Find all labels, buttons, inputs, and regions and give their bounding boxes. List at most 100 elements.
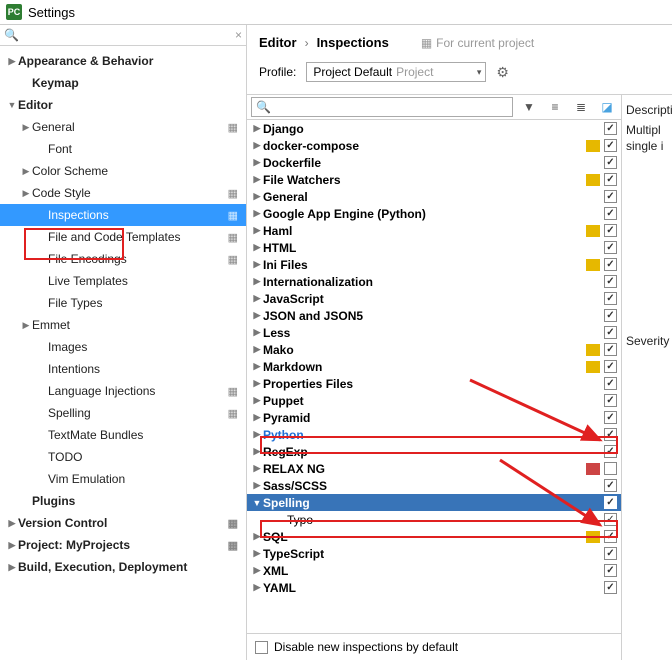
breadcrumb-editor[interactable]: Editor bbox=[259, 35, 297, 50]
tree-item-textmate-bundles[interactable]: TextMate Bundles bbox=[0, 424, 246, 446]
inspection-row-javascript[interactable]: ▶JavaScript✓ bbox=[247, 290, 621, 307]
inspection-checkbox[interactable]: ✓ bbox=[604, 377, 617, 390]
tree-item-build-execution-deployment[interactable]: ▶Build, Execution, Deployment bbox=[0, 556, 246, 578]
tree-item-file-encodings[interactable]: File Encodings▦ bbox=[0, 248, 246, 270]
tree-item-project-myprojects[interactable]: ▶Project: MyProjects▦ bbox=[0, 534, 246, 556]
inspection-row-general[interactable]: ▶General✓ bbox=[247, 188, 621, 205]
inspection-row-typescript[interactable]: ▶TypeScript✓ bbox=[247, 545, 621, 562]
clear-search-icon[interactable]: × bbox=[235, 28, 242, 42]
inspection-checkbox[interactable]: ✓ bbox=[604, 241, 617, 254]
inspection-checkbox[interactable]: ✓ bbox=[604, 156, 617, 169]
inspection-checkbox[interactable] bbox=[604, 462, 617, 475]
settings-tree[interactable]: ▶Appearance & BehaviorKeymap▼Editor▶Gene… bbox=[0, 46, 246, 660]
settings-search[interactable]: 🔍 × bbox=[0, 25, 246, 46]
tree-item-general[interactable]: ▶General▦ bbox=[0, 116, 246, 138]
inspection-row-relax-ng[interactable]: ▶RELAX NG bbox=[247, 460, 621, 477]
disable-new-checkbox[interactable] bbox=[255, 641, 268, 654]
chevron-right-icon: ▶ bbox=[251, 429, 263, 440]
tree-item-images[interactable]: Images bbox=[0, 336, 246, 358]
inspection-checkbox[interactable]: ✓ bbox=[604, 513, 617, 526]
tree-item-plugins[interactable]: Plugins bbox=[0, 490, 246, 512]
inspection-checkbox[interactable]: ✓ bbox=[604, 343, 617, 356]
reset-icon[interactable]: ◪ bbox=[597, 97, 617, 117]
settings-search-input[interactable] bbox=[23, 28, 235, 42]
inspection-checkbox[interactable]: ✓ bbox=[604, 564, 617, 577]
inspection-row-typo[interactable]: Typo✓ bbox=[247, 511, 621, 528]
tree-item-keymap[interactable]: Keymap bbox=[0, 72, 246, 94]
inspection-checkbox[interactable]: ✓ bbox=[604, 530, 617, 543]
inspection-checkbox[interactable]: ✓ bbox=[604, 258, 617, 271]
tree-item-spelling[interactable]: Spelling▦ bbox=[0, 402, 246, 424]
inspection-row-python[interactable]: ▶Python✓ bbox=[247, 426, 621, 443]
inspection-checkbox[interactable]: ✓ bbox=[604, 428, 617, 441]
tree-item-vim-emulation[interactable]: Vim Emulation bbox=[0, 468, 246, 490]
inspection-row-haml[interactable]: ▶Haml✓ bbox=[247, 222, 621, 239]
collapse-all-icon[interactable]: ≣ bbox=[571, 97, 591, 117]
inspections-search[interactable]: 🔍 bbox=[251, 97, 513, 117]
tree-item-emmet[interactable]: ▶Emmet bbox=[0, 314, 246, 336]
inspection-row-django[interactable]: ▶Django✓ bbox=[247, 120, 621, 137]
filter-icon[interactable]: ▼ bbox=[519, 97, 539, 117]
inspection-row-spelling[interactable]: ▼Spelling✓ bbox=[247, 494, 621, 511]
tree-item-file-types[interactable]: File Types bbox=[0, 292, 246, 314]
tree-item-appearance-behavior[interactable]: ▶Appearance & Behavior bbox=[0, 50, 246, 72]
inspection-checkbox[interactable]: ✓ bbox=[604, 190, 617, 203]
tree-item-language-injections[interactable]: Language Injections▦ bbox=[0, 380, 246, 402]
inspection-checkbox[interactable]: ✓ bbox=[604, 496, 617, 509]
expand-all-icon[interactable]: ≡ bbox=[545, 97, 565, 117]
description-label: Descripti bbox=[626, 103, 668, 117]
disable-new-row[interactable]: Disable new inspections by default bbox=[247, 633, 621, 660]
inspection-row-regexp[interactable]: ▶RegExp✓ bbox=[247, 443, 621, 460]
project-scope-icon: ▦ bbox=[228, 209, 238, 222]
inspection-row-ini-files[interactable]: ▶Ini Files✓ bbox=[247, 256, 621, 273]
inspection-row-docker-compose[interactable]: ▶docker-compose✓ bbox=[247, 137, 621, 154]
inspection-row-google-app-engine-python-[interactable]: ▶Google App Engine (Python)✓ bbox=[247, 205, 621, 222]
tree-item-file-and-code-templates[interactable]: File and Code Templates▦ bbox=[0, 226, 246, 248]
gear-icon[interactable]: ⚙ bbox=[496, 64, 509, 81]
inspection-checkbox[interactable]: ✓ bbox=[604, 547, 617, 560]
inspection-row-puppet[interactable]: ▶Puppet✓ bbox=[247, 392, 621, 409]
inspection-checkbox[interactable]: ✓ bbox=[604, 479, 617, 492]
inspection-row-mako[interactable]: ▶Mako✓ bbox=[247, 341, 621, 358]
inspection-checkbox[interactable]: ✓ bbox=[604, 394, 617, 407]
inspection-row-less[interactable]: ▶Less✓ bbox=[247, 324, 621, 341]
inspection-checkbox[interactable]: ✓ bbox=[604, 224, 617, 237]
inspection-row-properties-files[interactable]: ▶Properties Files✓ bbox=[247, 375, 621, 392]
inspection-checkbox[interactable]: ✓ bbox=[604, 292, 617, 305]
tree-item-version-control[interactable]: ▶Version Control▦ bbox=[0, 512, 246, 534]
inspection-row-file-watchers[interactable]: ▶File Watchers✓ bbox=[247, 171, 621, 188]
inspection-checkbox[interactable]: ✓ bbox=[604, 326, 617, 339]
severity-label: Severity bbox=[626, 334, 668, 348]
inspection-checkbox[interactable]: ✓ bbox=[604, 173, 617, 186]
inspection-checkbox[interactable]: ✓ bbox=[604, 275, 617, 288]
inspection-row-pyramid[interactable]: ▶Pyramid✓ bbox=[247, 409, 621, 426]
tree-item-font[interactable]: Font bbox=[0, 138, 246, 160]
tree-item-todo[interactable]: TODO bbox=[0, 446, 246, 468]
tree-item-live-templates[interactable]: Live Templates bbox=[0, 270, 246, 292]
tree-item-editor[interactable]: ▼Editor bbox=[0, 94, 246, 116]
inspection-row-dockerfile[interactable]: ▶Dockerfile✓ bbox=[247, 154, 621, 171]
inspection-checkbox[interactable]: ✓ bbox=[604, 122, 617, 135]
inspection-checkbox[interactable]: ✓ bbox=[604, 139, 617, 152]
inspection-checkbox[interactable]: ✓ bbox=[604, 309, 617, 322]
inspection-checkbox[interactable]: ✓ bbox=[604, 411, 617, 424]
inspection-checkbox[interactable]: ✓ bbox=[604, 581, 617, 594]
tree-item-code-style[interactable]: ▶Code Style▦ bbox=[0, 182, 246, 204]
inspection-checkbox[interactable]: ✓ bbox=[604, 360, 617, 373]
inspection-list[interactable]: ▶Django✓▶docker-compose✓▶Dockerfile✓▶Fil… bbox=[247, 120, 621, 633]
profile-select[interactable]: Project Default Project ▾ bbox=[306, 62, 486, 82]
inspection-row-xml[interactable]: ▶XML✓ bbox=[247, 562, 621, 579]
tree-item-inspections[interactable]: Inspections▦ bbox=[0, 204, 246, 226]
inspection-row-json-and-json5[interactable]: ▶JSON and JSON5✓ bbox=[247, 307, 621, 324]
inspection-row-sass-scss[interactable]: ▶Sass/SCSS✓ bbox=[247, 477, 621, 494]
tree-item-color-scheme[interactable]: ▶Color Scheme bbox=[0, 160, 246, 182]
tree-item-intentions[interactable]: Intentions bbox=[0, 358, 246, 380]
inspection-row-internationalization[interactable]: ▶Internationalization✓ bbox=[247, 273, 621, 290]
inspection-row-html[interactable]: ▶HTML✓ bbox=[247, 239, 621, 256]
inspections-search-input[interactable] bbox=[275, 100, 508, 114]
inspection-checkbox[interactable]: ✓ bbox=[604, 445, 617, 458]
inspection-row-yaml[interactable]: ▶YAML✓ bbox=[247, 579, 621, 596]
inspection-row-markdown[interactable]: ▶Markdown✓ bbox=[247, 358, 621, 375]
inspection-checkbox[interactable]: ✓ bbox=[604, 207, 617, 220]
inspection-row-sql[interactable]: ▶SQL✓ bbox=[247, 528, 621, 545]
